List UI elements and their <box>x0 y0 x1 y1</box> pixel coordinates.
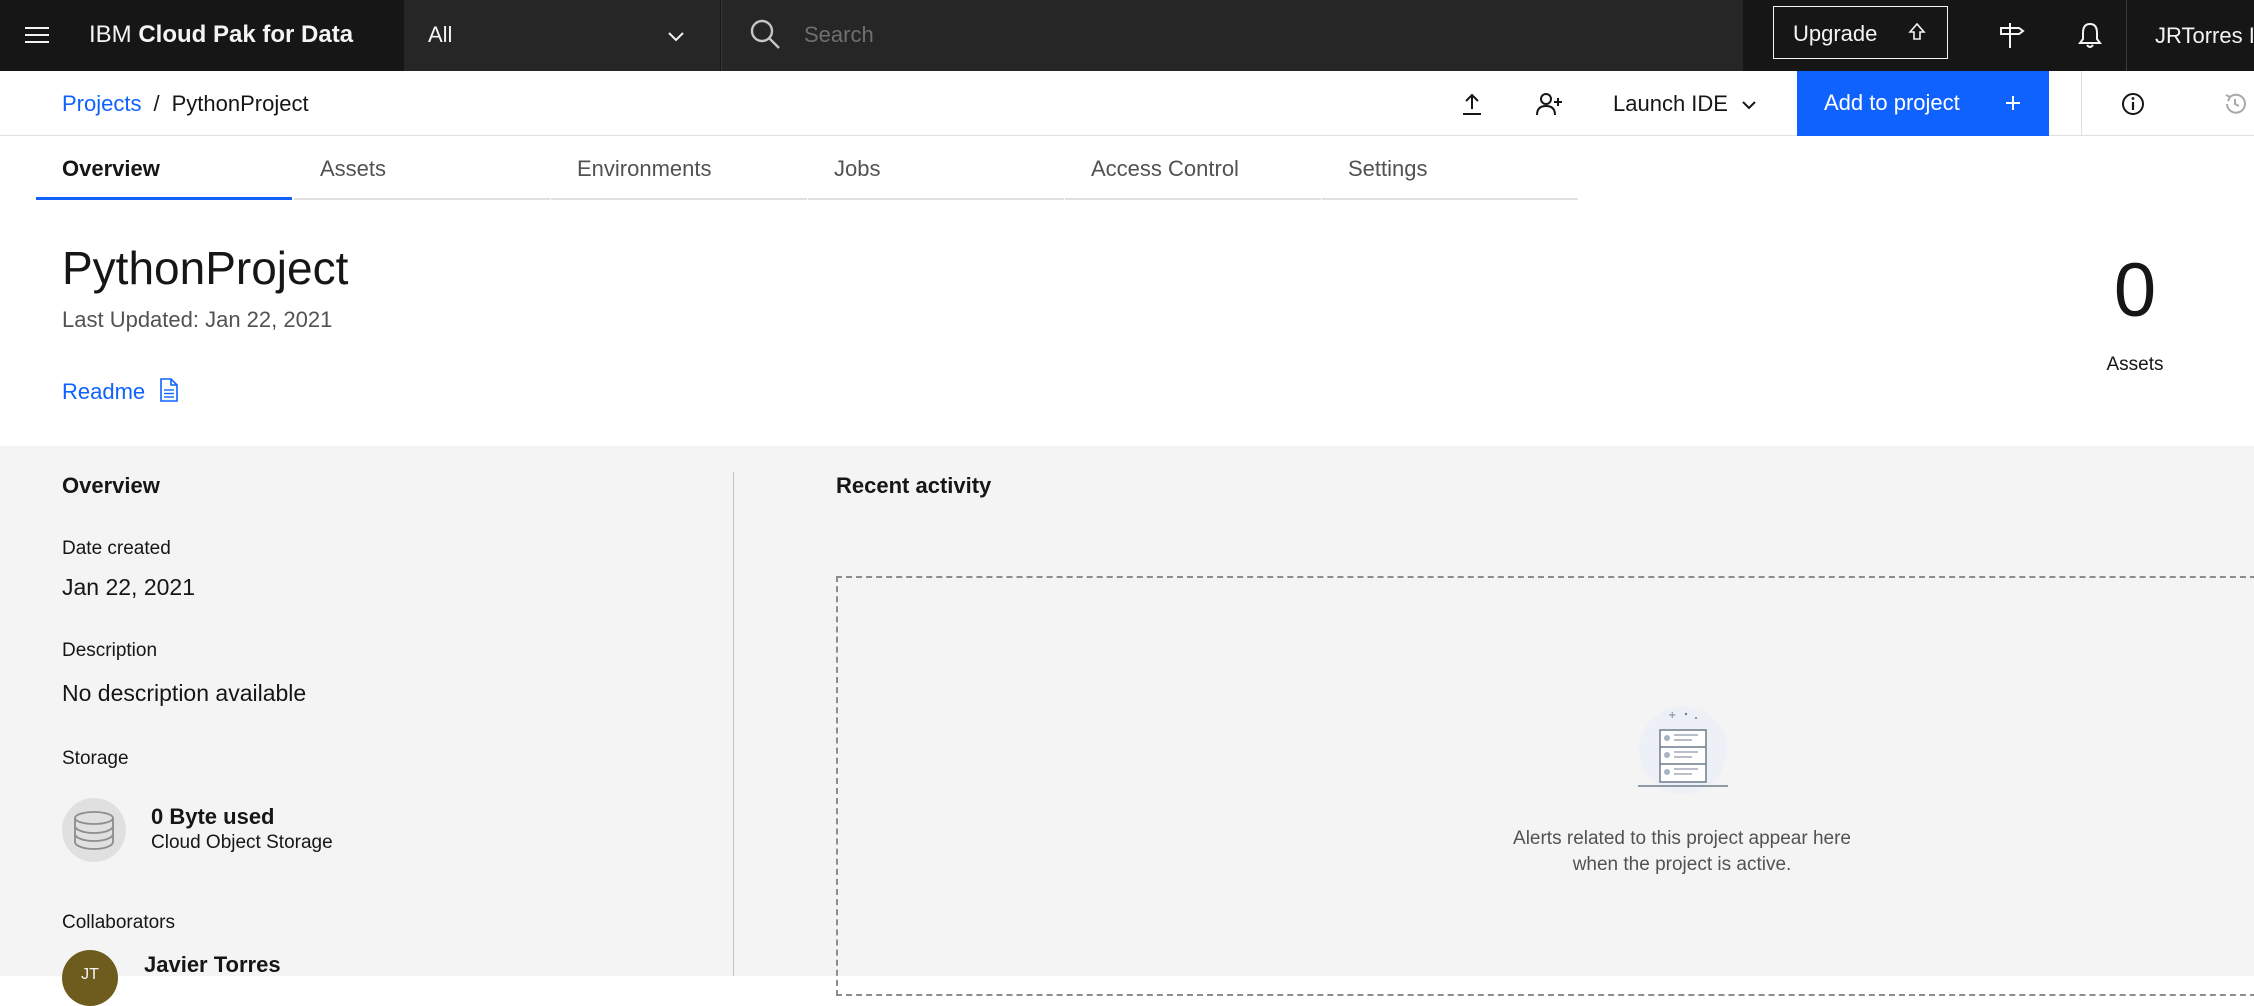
recent-activity-empty-state <box>836 576 2254 996</box>
breadcrumb-projects-link[interactable]: Projects <box>62 91 141 116</box>
history-icon[interactable] <box>2222 91 2248 122</box>
storage-label: Storage <box>62 748 129 769</box>
tab-settings[interactable]: Settings <box>1322 138 1578 200</box>
assets-count: 0 <box>2113 248 2157 333</box>
overview-heading: Overview <box>62 473 160 498</box>
tab-environments[interactable]: Environments <box>551 138 807 200</box>
readme-link[interactable]: Readme <box>62 378 179 405</box>
readme-label: Readme <box>62 379 146 404</box>
tab-label: Jobs <box>834 156 881 181</box>
svg-text:+: + <box>1668 710 1676 721</box>
tab-jobs[interactable]: Jobs <box>808 138 1064 200</box>
recent-activity-heading: Recent activity <box>836 473 992 498</box>
brand-name: Cloud Pak for Data <box>138 21 354 48</box>
empty-state-line-2: when the project is active. <box>1572 854 1792 875</box>
chevron-down-icon <box>1742 101 1756 110</box>
upgrade-button-label: Upgrade <box>1793 21 1878 46</box>
brand-prefix: IBM <box>89 21 132 48</box>
last-updated: Last Updated: Jan 22, 2021 <box>62 307 333 332</box>
user-menu[interactable]: JRTorres I <box>2126 0 2254 71</box>
page-title: PythonProject <box>62 242 349 294</box>
add-to-project-button[interactable]: Add to project <box>1797 71 2049 136</box>
signpost-icon[interactable] <box>1997 20 2027 55</box>
avatar: JT <box>62 950 118 1006</box>
collaborators-label: Collaborators <box>62 912 175 933</box>
project-header-bar: Projects / PythonProject Launch IDE Add to… <box>0 71 2254 136</box>
tab-label: Environments <box>577 156 712 181</box>
global-search <box>721 0 1743 71</box>
header-divider <box>2081 71 2082 136</box>
breadcrumb: Projects / PythonProject <box>62 91 309 117</box>
launch-ide-dropdown[interactable]: Launch IDE <box>1598 71 1773 136</box>
menu-icon[interactable] <box>22 20 52 50</box>
scope-dropdown[interactable]: All <box>404 0 720 71</box>
product-name[interactable]: IBM Cloud Pak for Data <box>89 18 353 52</box>
tab-label: Settings <box>1348 156 1428 181</box>
launch-ide-label: Launch IDE <box>1613 91 1728 116</box>
tab-label: Overview <box>62 156 160 181</box>
tab-access-control[interactable]: Access Control <box>1065 138 1321 200</box>
description-value: No description available <box>62 680 307 706</box>
scope-dropdown-value: All <box>428 22 453 47</box>
add-to-project-label: Add to project <box>1824 90 1960 115</box>
tab-assets[interactable]: Assets <box>294 138 550 200</box>
date-created-value: Jan 22, 2021 <box>62 574 196 600</box>
add-collaborator-icon[interactable] <box>1535 91 1563 122</box>
plus-icon <box>2003 93 2023 119</box>
upgrade-arrow-icon <box>1906 21 1928 49</box>
date-created-label: Date created <box>62 538 171 559</box>
breadcrumb-separator: / <box>153 91 160 116</box>
empty-state-message: Alerts related to this project appear he… <box>1482 826 1882 878</box>
empty-state-line-1: Alerts related to this project appear he… <box>1513 828 1851 849</box>
tab-label: Access Control <box>1091 156 1239 181</box>
document-icon <box>160 378 178 402</box>
info-icon[interactable] <box>2120 91 2146 122</box>
storage-used: 0 Byte used <box>151 804 275 829</box>
notification-bell-icon[interactable] <box>2075 20 2105 55</box>
upgrade-button[interactable]: Upgrade <box>1773 6 1948 59</box>
search-icon[interactable] <box>748 17 782 56</box>
tab-overview[interactable]: Overview <box>36 138 292 200</box>
assets-count-label: Assets <box>2106 354 2164 375</box>
database-icon <box>62 798 126 862</box>
chevron-down-icon <box>666 26 686 51</box>
tab-label: Assets <box>320 156 387 181</box>
description-label: Description <box>62 640 158 661</box>
breadcrumb-current: PythonProject <box>171 91 309 116</box>
panel-divider <box>733 472 734 976</box>
search-input[interactable] <box>802 18 1702 52</box>
empty-state-illustration-icon: + <box>1632 704 1734 799</box>
collaborator-name[interactable]: Javier Torres <box>144 952 281 978</box>
upload-icon[interactable] <box>1459 91 1485 122</box>
top-nav-bar: IBM Cloud Pak for Data All Upgrade JRTor… <box>0 0 2254 71</box>
storage-type: Cloud Object Storage <box>151 832 333 853</box>
